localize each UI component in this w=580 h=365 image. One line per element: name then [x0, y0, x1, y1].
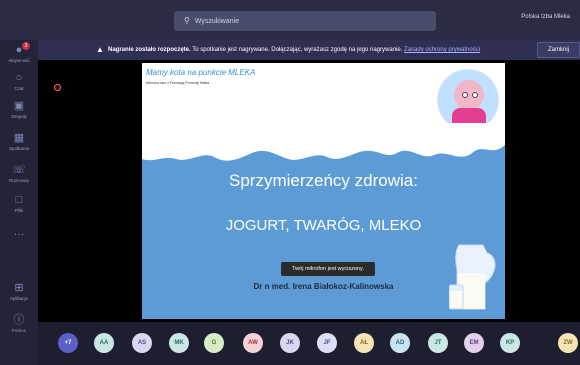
rail-label: Pliki: [14, 208, 24, 213]
rail-item-more[interactable]: …: [0, 226, 38, 240]
rail-item-files[interactable]: □ Pliki: [0, 194, 38, 213]
rail-label: Czat: [14, 86, 24, 91]
search-placeholder: Wyszukiwanie: [194, 18, 240, 25]
mascot-face: [454, 80, 484, 110]
rail-label: Spotkania: [8, 146, 29, 151]
close-banner-button[interactable]: Zamknij: [536, 42, 580, 58]
rail-label: Aktywność: [8, 58, 30, 63]
mascot-eye: [472, 92, 478, 98]
rail-item-apps[interactable]: ⊞ Aplikacje: [0, 282, 38, 301]
search-icon: ⚲: [184, 16, 190, 25]
banner-bold: Nagranie zostało rozpoczęte.: [108, 47, 191, 53]
participant-avatar[interactable]: ZW: [558, 333, 578, 353]
calendar-icon: ▦: [13, 132, 25, 144]
participant-avatar[interactable]: G: [204, 333, 224, 353]
slide-logo-subtitle: Mleczna sieć z Fundacją Promocji Mleka: [146, 81, 210, 85]
rail-item-help[interactable]: ⓘ Pomoc: [0, 314, 38, 333]
participant-avatar[interactable]: AD: [390, 333, 410, 353]
slide-subheading: JOGURT, TWARÓG, MLEKO: [225, 217, 422, 234]
recording-indicator-icon: [54, 84, 61, 91]
rail-label: Rozmowy: [9, 178, 29, 183]
participant-avatar[interactable]: AS: [132, 333, 152, 353]
notification-badge: 3: [22, 42, 30, 50]
recording-banner: ▲ Nagranie zostało rozpoczęte. To spotka…: [38, 40, 580, 60]
participant-bar: +7 AA AS MK G AW JK JF AŁ AD JT EM KP ZW: [38, 322, 580, 365]
mic-muted-toast: Twój mikrofon jest wyciszony.: [281, 262, 375, 276]
participant-avatar[interactable]: JF: [317, 333, 337, 353]
meeting-stage: Mamy kota na punkcie MLEKA Mleczna sieć …: [38, 60, 580, 322]
rail-item-teams[interactable]: ▣ Zespoły: [0, 100, 38, 119]
shared-slide: Mamy kota na punkcie MLEKA Mleczna sieć …: [142, 63, 505, 319]
more-icon: …: [13, 226, 25, 238]
participant-avatar[interactable]: AW: [243, 333, 263, 353]
teams-window: ⚲ Wyszukiwanie Polska Izba Mleka ● 3 Akt…: [0, 0, 580, 365]
chat-icon: ○: [15, 72, 23, 84]
rail-item-activity[interactable]: ● 3 Aktywność: [0, 42, 38, 63]
rail-label: Aplikacje: [9, 296, 28, 301]
participant-avatar[interactable]: AA: [94, 333, 114, 353]
search-input[interactable]: ⚲ Wyszukiwanie: [174, 11, 436, 31]
rail-label: Pomoc: [11, 328, 26, 333]
rail-item-calls[interactable]: ☏ Rozmowy: [0, 164, 38, 183]
account-name[interactable]: Polska Izba Mleka: [521, 14, 570, 20]
app-bar: ● 3 Aktywność ○ Czat ▣ Zespoły ▦ Spotkan…: [0, 40, 38, 365]
warning-icon: ▲: [96, 45, 104, 54]
more-participants-button[interactable]: +7: [58, 333, 78, 353]
rail-item-chat[interactable]: ○ Czat: [0, 72, 38, 91]
participant-avatar[interactable]: AŁ: [354, 333, 374, 353]
participant-avatar[interactable]: MK: [169, 333, 189, 353]
banner-message: Nagranie zostało rozpoczęte. To spotkani…: [108, 40, 480, 60]
participant-avatar[interactable]: JT: [428, 333, 448, 353]
mascot-eye: [462, 92, 468, 98]
slide-heading: Sprzymierzeńcy zdrowia:: [229, 171, 418, 190]
cat-mascot-icon: [437, 69, 499, 131]
phone-icon: ☏: [12, 164, 26, 176]
milk-splash-shape: [142, 123, 505, 161]
rail-item-meetings[interactable]: ▦ Spotkania: [0, 132, 38, 151]
file-icon: □: [15, 194, 23, 206]
bell-icon: ●: [15, 44, 23, 56]
apps-icon: ⊞: [14, 282, 24, 294]
participant-avatar[interactable]: JK: [280, 333, 300, 353]
milk-jug-icon: [449, 244, 496, 310]
title-bar: ⚲ Wyszukiwanie Polska Izba Mleka: [0, 0, 580, 40]
rail-label: Zespoły: [11, 114, 27, 119]
banner-text: To spotkanie jest nagrywane. Dołączając,…: [190, 47, 405, 53]
participant-avatar[interactable]: KP: [500, 333, 520, 353]
slide-logo-title: Mamy kota na punkcie MLEKA: [146, 68, 256, 77]
help-icon: ⓘ: [13, 314, 25, 326]
participant-avatar[interactable]: EM: [464, 333, 484, 353]
privacy-link[interactable]: Zasady ochrony prywatności: [404, 47, 480, 53]
teams-icon: ▣: [13, 100, 25, 112]
